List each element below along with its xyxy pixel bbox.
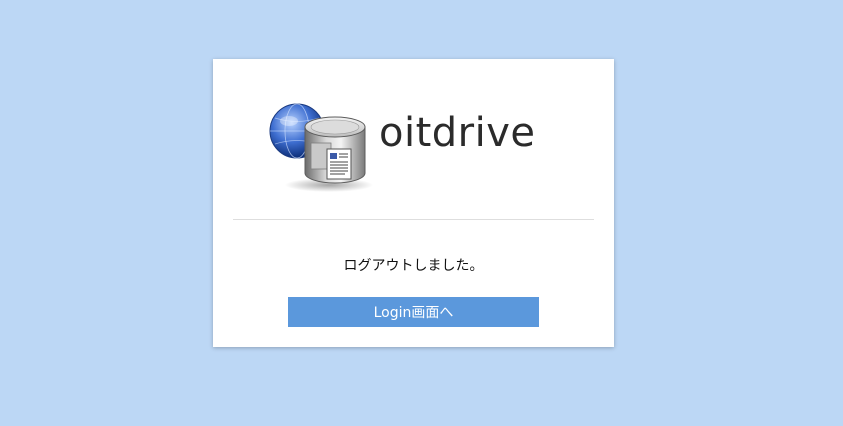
login-screen-button[interactable]: Login画面へ (288, 297, 539, 327)
oitdrive-logo-icon (269, 103, 373, 192)
logout-message: ログアウトしました。 (343, 258, 484, 274)
logout-card: oitdrive ログアウトしました。 Login画面へ (213, 59, 614, 347)
divider (233, 219, 594, 220)
brand-name: oitdrive (379, 110, 536, 156)
brand-header: oitdrive (267, 99, 567, 199)
